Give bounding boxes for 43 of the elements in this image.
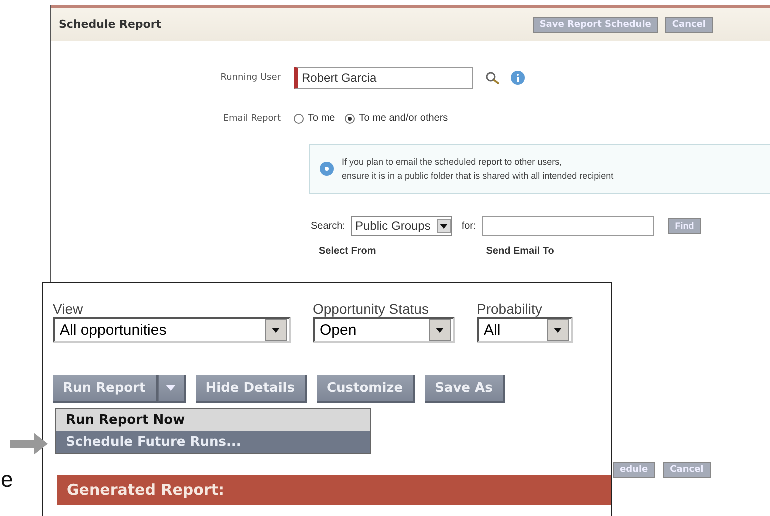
info-text: If you plan to email the scheduled report to other users, xyxy=(342,156,564,169)
toolbar-button[interactable]: Save As xyxy=(425,375,505,403)
info-text: ensure it is in a public folder that is shared with all intended recipient xyxy=(342,170,614,183)
for-label: for: xyxy=(462,220,476,232)
filter-label: Probability xyxy=(477,301,544,317)
caret-icon xyxy=(166,385,176,391)
header-button[interactable]: Cancel xyxy=(665,16,713,32)
field-label: Running User xyxy=(220,73,281,83)
side-text: e xyxy=(1,467,14,493)
info-icon xyxy=(320,162,334,176)
dropdown-button[interactable] xyxy=(158,375,186,403)
filter-select[interactable]: All opportunities xyxy=(53,317,291,343)
section-header: Generated Report: xyxy=(57,475,611,505)
caret-icon xyxy=(440,224,448,228)
caret-icon xyxy=(554,328,562,332)
caret-icon xyxy=(436,328,444,332)
menu-item[interactable]: Schedule Future Runs... xyxy=(56,431,370,453)
field-label: Email Report xyxy=(222,114,281,124)
arrow-icon xyxy=(10,433,48,455)
find-button[interactable]: Find xyxy=(668,218,702,234)
search-label: Search: xyxy=(311,220,346,232)
column-heading: Send Email To xyxy=(486,246,554,257)
running-user-field[interactable]: Robert Garcia xyxy=(294,67,473,89)
run-report-button[interactable]: Run Report xyxy=(53,375,158,403)
filter-select[interactable]: All xyxy=(477,317,573,343)
radio-option[interactable]: To me and/or others xyxy=(345,113,448,124)
caret-icon xyxy=(272,328,280,332)
menu-item[interactable]: Run Report Now xyxy=(56,409,370,431)
info-icon[interactable] xyxy=(511,71,525,85)
filter-select[interactable]: Open xyxy=(313,317,455,343)
scope-select[interactable]: Public Groups xyxy=(351,216,452,236)
radio-option[interactable]: To me xyxy=(294,113,336,124)
filter-label: Opportunity Status xyxy=(313,301,430,317)
toolbar-button[interactable]: Customize xyxy=(316,375,416,403)
filter-label: View xyxy=(53,301,84,317)
header-button[interactable]: Save Report Schedule xyxy=(532,16,658,32)
search-field[interactable] xyxy=(482,216,654,236)
footer-button[interactable]: edule xyxy=(613,462,656,478)
toolbar-button[interactable]: Hide Details xyxy=(196,375,307,403)
search-icon[interactable] xyxy=(485,71,501,85)
footer-button[interactable]: Cancel xyxy=(663,462,711,478)
column-heading: Select From xyxy=(319,246,376,257)
panel-title: Schedule Report xyxy=(59,18,163,31)
